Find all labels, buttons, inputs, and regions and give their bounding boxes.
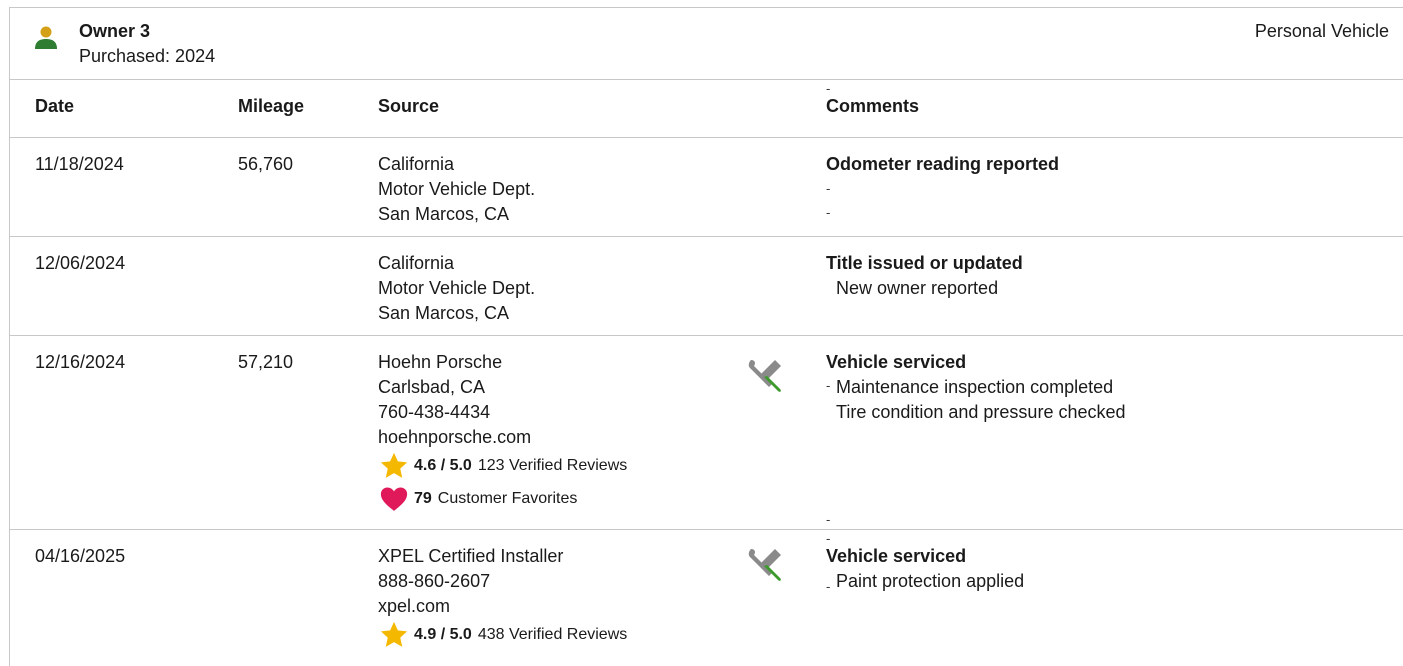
rating-score: 4.6 / 5.0: [414, 457, 472, 474]
rating-reviews: 438 Verified Reviews: [477, 626, 628, 643]
rating-summary[interactable]: 4.6 / 5.0 123 Verified Reviews: [378, 451, 627, 481]
record-date: 12/16/2024: [35, 352, 126, 372]
record-mileage: 57,210: [238, 352, 294, 372]
comment-line: Tire condition and pressure checked: [836, 402, 1126, 422]
comment-line: New owner reported: [836, 278, 999, 298]
source-line: Motor Vehicle Dept.: [378, 278, 536, 298]
source-link[interactable]: xpel.com: [378, 594, 563, 619]
wrench-screwdriver-icon: [748, 360, 781, 392]
comment-title: Vehicle serviced: [826, 546, 967, 566]
table-row: 12/06/2024 California Motor Vehicle Dept…: [10, 237, 1403, 336]
divider-mark: -: [826, 205, 831, 220]
source-line: San Marcos, CA: [378, 204, 510, 224]
table-row: 12/16/2024 57,210 Hoehn Porsche Carlsbad…: [10, 336, 1403, 530]
favorites-label: Customer Favorites: [437, 490, 578, 507]
comment-line: Paint protection applied: [836, 571, 1025, 591]
divider-mark: -: [826, 378, 831, 393]
person-icon: [35, 26, 57, 49]
favorites-count: 79: [414, 490, 432, 507]
source-line: XPEL Certified Installer: [378, 546, 564, 566]
comment-line: Maintenance inspection completed: [836, 377, 1114, 397]
record-comments: Vehicle serviced Maintenance inspection …: [826, 350, 1126, 425]
source-link[interactable]: hoehnporsche.com: [378, 425, 531, 450]
comment-title: Vehicle serviced: [826, 352, 967, 372]
table-row: 04/16/2025 XPEL Certified Installer 888-…: [10, 530, 1403, 666]
heart-icon: [380, 487, 408, 511]
divider-mark: -: [826, 531, 831, 546]
record-comments: Title issued or updated New owner report…: [826, 251, 1023, 301]
favorites-summary[interactable]: 79 Customer Favorites: [378, 484, 577, 514]
record-source: California Motor Vehicle Dept. San Marco…: [378, 152, 535, 227]
source-line: San Marcos, CA: [378, 303, 510, 323]
source-line: 888-860-2607: [378, 571, 491, 591]
owner-vehicle-type: Personal Vehicle: [1254, 21, 1389, 41]
column-header-mileage: Mileage: [238, 96, 305, 116]
record-mileage: 56,760: [238, 154, 294, 174]
star-icon: [380, 452, 408, 478]
record-date: 12/06/2024: [35, 253, 126, 273]
column-header-comments: Comments: [826, 96, 920, 116]
column-header-date: Date: [35, 96, 75, 116]
owner-header: Owner 3 Purchased: 2024 Personal Vehicle: [10, 8, 1403, 80]
record-date: 11/18/2024: [35, 154, 124, 174]
divider-mark: -: [826, 181, 831, 196]
divider-mark: -: [826, 512, 831, 527]
star-icon: [380, 621, 408, 647]
rating-reviews: 123 Verified Reviews: [477, 457, 628, 474]
record-comments: Vehicle serviced Paint protection applie…: [826, 544, 1024, 594]
source-line: California: [378, 154, 455, 174]
source-line: Motor Vehicle Dept.: [378, 179, 536, 199]
divider-mark: -: [826, 579, 831, 594]
table-row: 11/18/2024 56,760 California Motor Vehic…: [10, 138, 1403, 237]
source-line: Hoehn Porsche: [378, 352, 503, 372]
comment-title: Odometer reading reported: [826, 154, 1060, 174]
owner-purchased: Purchased: 2024: [79, 46, 216, 66]
source-line: 760-438-4434: [378, 402, 491, 422]
column-header-source: Source: [378, 96, 440, 116]
rating-score: 4.9 / 5.0: [414, 626, 472, 643]
ownership-history-panel: Owner 3 Purchased: 2024 Personal Vehicle…: [9, 7, 1403, 666]
wrench-screwdriver-icon: [748, 549, 781, 581]
record-source: XPEL Certified Installer 888-860-2607 xp…: [378, 544, 563, 619]
record-source: Hoehn Porsche Carlsbad, CA 760-438-4434 …: [378, 350, 531, 450]
table-header: [10, 80, 1403, 138]
rating-summary[interactable]: 4.9 / 5.0 438 Verified Reviews: [378, 620, 627, 650]
comment-title: Title issued or updated: [826, 253, 1023, 273]
record-source: California Motor Vehicle Dept. San Marco…: [378, 251, 535, 326]
record-comments: Odometer reading reported: [826, 152, 1059, 177]
owner-name: Owner 3: [79, 21, 151, 41]
divider-mark: -: [826, 81, 831, 96]
source-line: California: [378, 253, 455, 273]
source-line: Carlsbad, CA: [378, 377, 486, 397]
record-date: 04/16/2025: [35, 546, 126, 566]
